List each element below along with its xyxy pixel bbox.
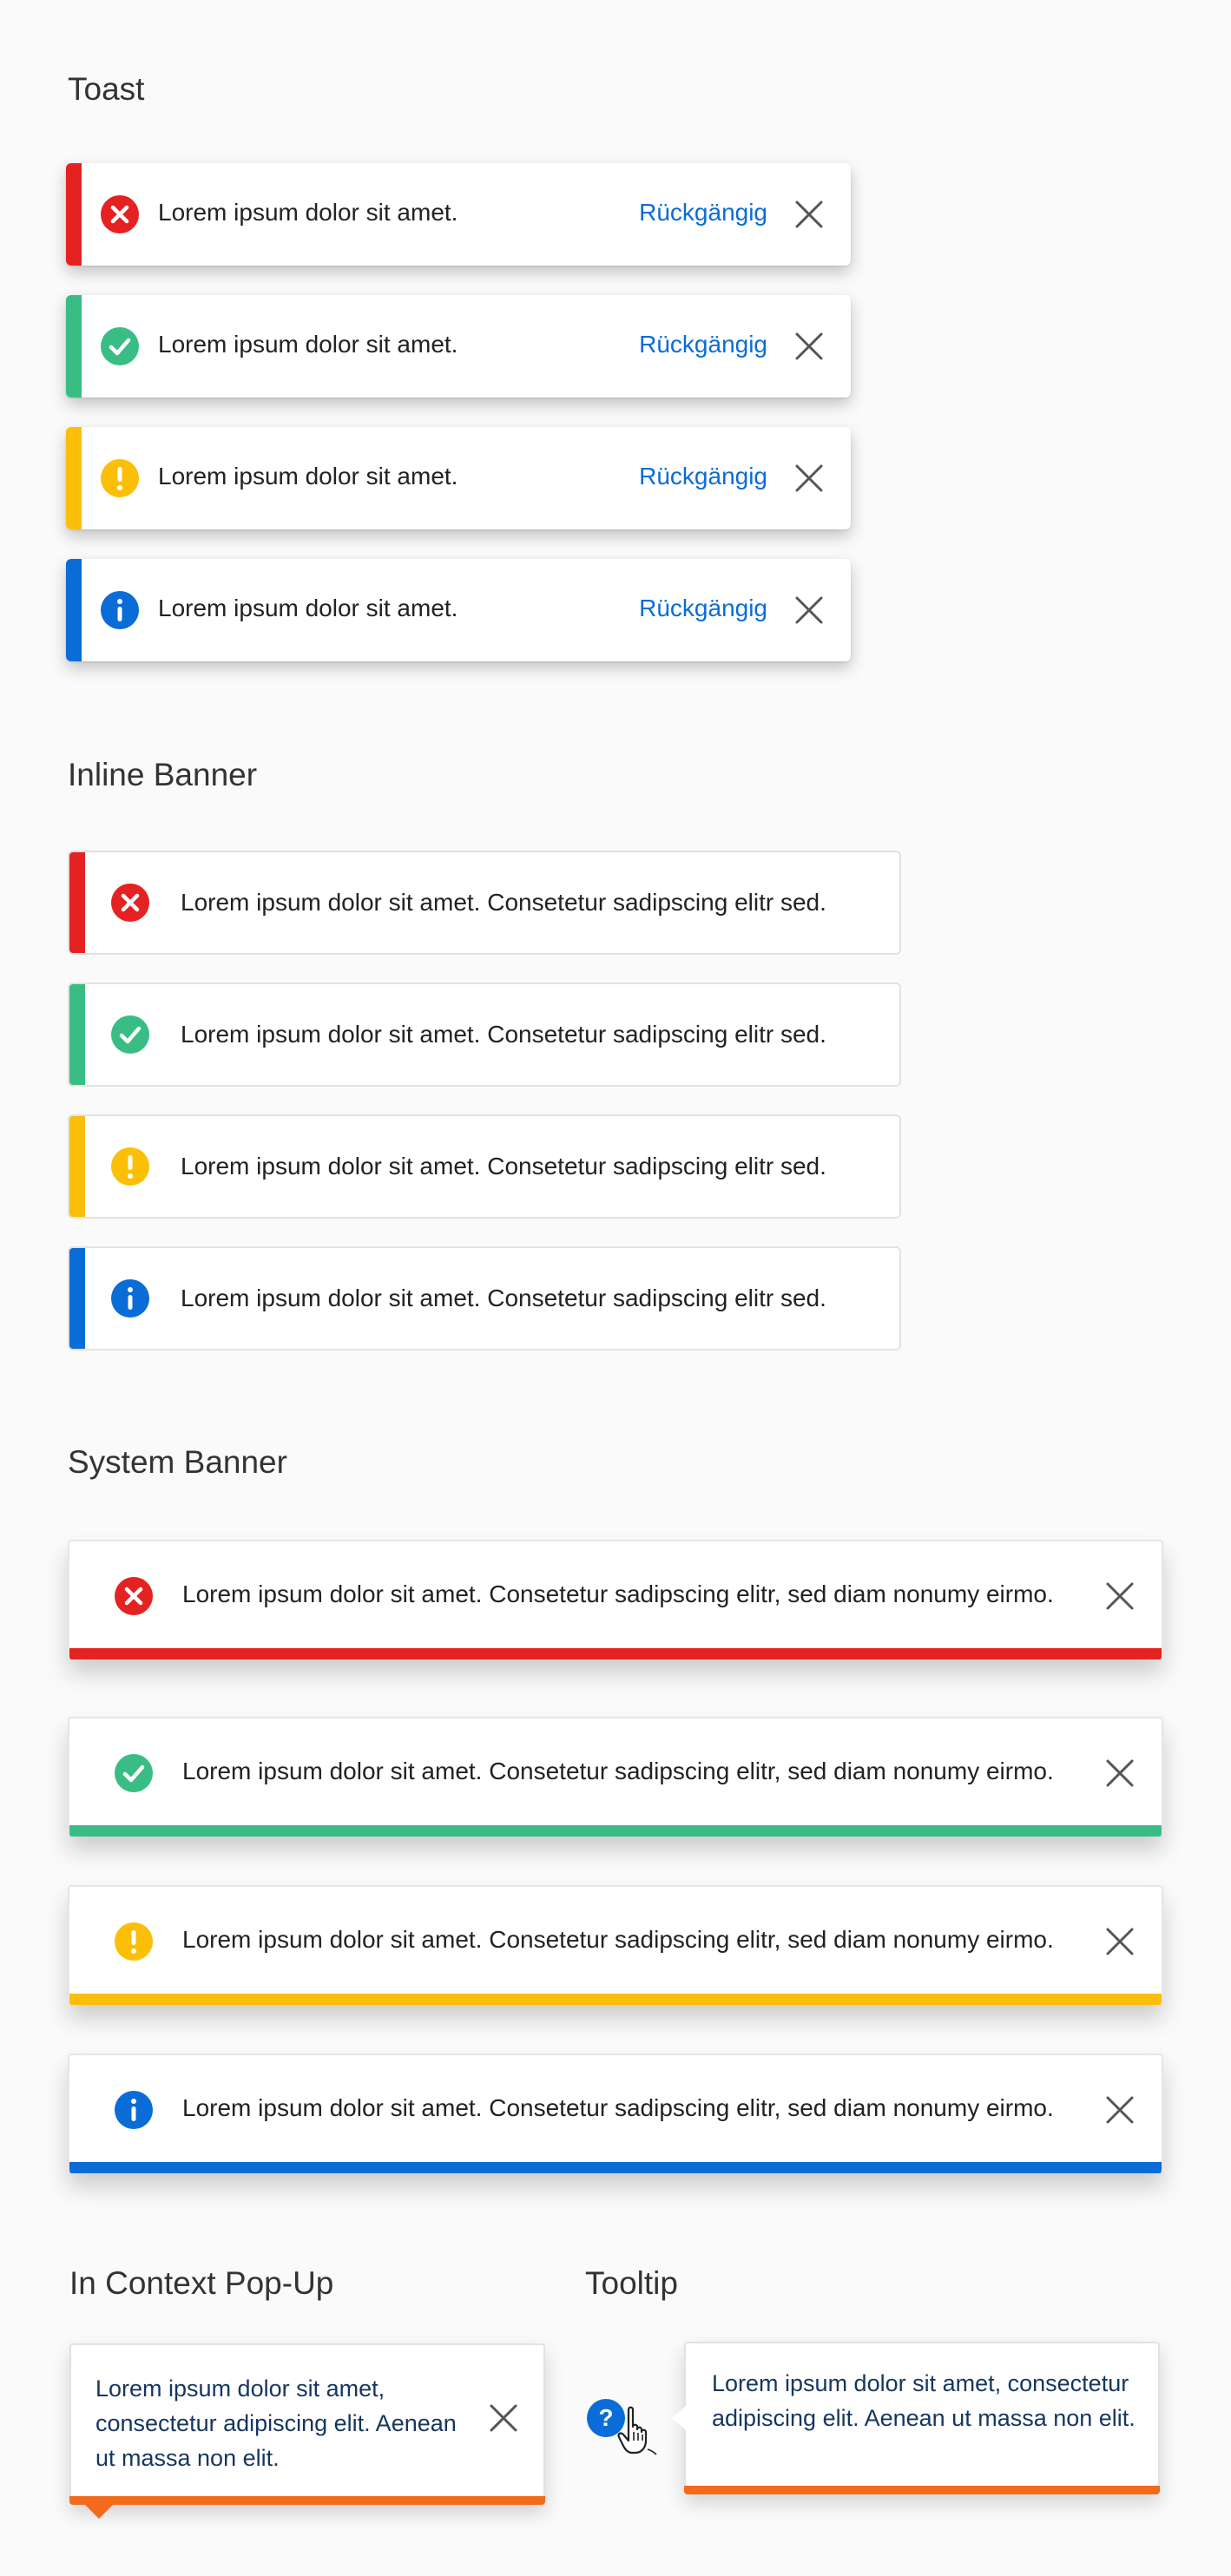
toast-message: Lorem ipsum dolor sit amet. (158, 595, 458, 621)
undo-link[interactable]: Rückgängig (639, 463, 767, 490)
section-title-toast: Toast (68, 71, 145, 107)
warning-icon (101, 459, 139, 497)
info-icon (111, 1279, 149, 1318)
status-bar (66, 295, 82, 398)
status-bar (69, 1994, 1162, 2005)
status-bar (69, 2162, 1162, 2173)
toast-message: Lorem ipsum dolor sit amet. (158, 331, 458, 358)
banner-message: Lorem ipsum dolor sit amet. Consetetur s… (181, 1021, 826, 1048)
accent-bar (684, 2486, 1160, 2494)
system-banner-warning: Lorem ipsum dolor sit amet. Consetetur s… (68, 1885, 1163, 2005)
system-banner-message: Lorem ipsum dolor sit amet. Consetetur s… (182, 2094, 1054, 2121)
section-title-popup: In Context Pop-Up (69, 2265, 334, 2301)
pointer-cursor-icon (617, 2406, 657, 2455)
close-icon[interactable] (488, 2402, 519, 2434)
toast-error: Lorem ipsum dolor sit amet. Rückgängig (66, 163, 851, 266)
banner-message: Lorem ipsum dolor sit amet. Consetetur s… (181, 1153, 826, 1180)
status-bar (69, 852, 85, 953)
banner-message: Lorem ipsum dolor sit amet. Consetetur s… (181, 1285, 826, 1311)
section-title-system-banner: System Banner (68, 1444, 287, 1480)
close-icon[interactable] (793, 331, 825, 362)
svg-text:?: ? (598, 2404, 613, 2431)
toast-info: Lorem ipsum dolor sit amet. Rückgängig (66, 559, 851, 661)
system-banner-message: Lorem ipsum dolor sit amet. Consetetur s… (182, 1758, 1054, 1784)
close-icon[interactable] (793, 595, 825, 626)
popup-pointer (85, 2505, 113, 2519)
warning-icon (111, 1147, 149, 1186)
check-icon (115, 1754, 153, 1792)
toast-message: Lorem ipsum dolor sit amet. (158, 199, 458, 226)
toast-success: Lorem ipsum dolor sit amet. Rückgängig (66, 295, 851, 398)
status-bar (66, 427, 82, 529)
system-banner-info: Lorem ipsum dolor sit amet. Consetetur s… (68, 2054, 1163, 2173)
toast-warning: Lorem ipsum dolor sit amet. Rückgängig (66, 427, 851, 529)
section-title-tooltip: Tooltip (585, 2265, 678, 2301)
inline-banner-error: Lorem ipsum dolor sit amet. Consetetur s… (68, 851, 901, 955)
status-bar (69, 1648, 1162, 1659)
close-icon[interactable] (1104, 1758, 1136, 1789)
status-bar (66, 163, 82, 266)
close-icon[interactable] (1104, 2094, 1136, 2126)
system-banner-message: Lorem ipsum dolor sit amet. Consetetur s… (182, 1926, 1054, 1953)
status-bar (69, 1116, 85, 1217)
popup-text: Lorem ipsum dolor sit amet, consectetur … (95, 2376, 457, 2471)
tooltip-pointer (672, 2406, 686, 2430)
undo-link[interactable]: Rückgängig (639, 595, 767, 622)
tooltip: Lorem ipsum dolor sit amet, consectetur … (672, 2342, 1160, 2494)
check-icon (111, 1015, 149, 1054)
check-icon (101, 327, 139, 365)
info-icon (115, 2091, 153, 2129)
status-bar (69, 1248, 85, 1349)
undo-link[interactable]: Rückgängig (639, 331, 767, 358)
inline-banner-success: Lorem ipsum dolor sit amet. Consetetur s… (68, 982, 901, 1087)
accent-bar (69, 2496, 545, 2505)
error-icon (115, 1577, 153, 1615)
system-banner-message: Lorem ipsum dolor sit amet. Consetetur s… (182, 1580, 1054, 1607)
system-banner-success: Lorem ipsum dolor sit amet. Consetetur s… (68, 1717, 1163, 1837)
close-icon[interactable] (1104, 1580, 1136, 1612)
toast-message: Lorem ipsum dolor sit amet. (158, 463, 458, 490)
error-icon (111, 884, 149, 922)
context-popup: Lorem ipsum dolor sit amet, consectetur … (69, 2343, 545, 2519)
inline-banner-warning: Lorem ipsum dolor sit amet. Consetetur s… (68, 1114, 901, 1219)
info-icon (101, 591, 139, 629)
system-banner-error: Lorem ipsum dolor sit amet. Consetetur s… (68, 1540, 1163, 1659)
error-icon (101, 195, 139, 233)
close-icon[interactable] (793, 199, 825, 230)
undo-link[interactable]: Rückgängig (639, 199, 767, 227)
tooltip-text: Lorem ipsum dolor sit amet, consectetur … (712, 2370, 1136, 2431)
section-title-inline-banner: Inline Banner (68, 757, 258, 792)
warning-icon (115, 1922, 153, 1961)
close-icon[interactable] (793, 463, 825, 494)
status-bar (69, 984, 85, 1085)
inline-banner-info: Lorem ipsum dolor sit amet. Consetetur s… (68, 1246, 901, 1350)
banner-message: Lorem ipsum dolor sit amet. Consetetur s… (181, 889, 826, 916)
status-bar (69, 1825, 1162, 1837)
close-icon[interactable] (1104, 1926, 1136, 1957)
status-bar (66, 559, 82, 661)
